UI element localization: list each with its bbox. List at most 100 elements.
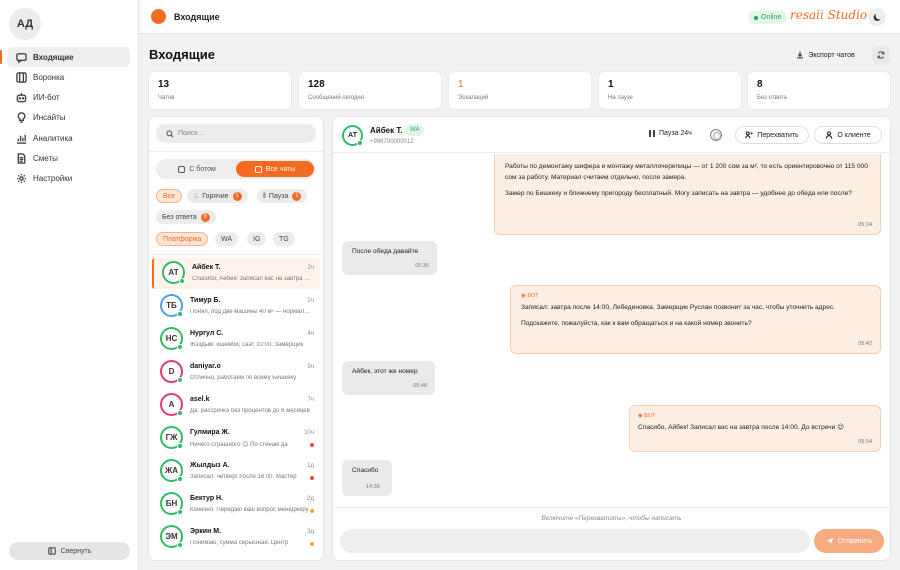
message-thread: Работы по демонтажу шифера и монтажу мет…	[333, 154, 890, 507]
message-bubble-outgoing: ◉ БОТ Спасибо, Айбек! Записал вас на зав…	[629, 405, 881, 452]
chat-name: Эркин М.	[190, 528, 222, 535]
list-item[interactable]: ТБ Тимур Б. 2ч Понял, под две машины 40 …	[152, 291, 320, 322]
avatar: ТБ	[160, 294, 183, 317]
sidebar-item-estimates[interactable]: Сметы	[7, 148, 130, 168]
brand-logo: resaii Studio	[790, 8, 868, 22]
list-item[interactable]: БН Бектур Н. 2д Конечно. Передаю ваш воп…	[152, 489, 320, 520]
chat-name: Тимур Б.	[190, 297, 221, 304]
search-input[interactable]	[178, 130, 308, 137]
chat-time: 3д	[307, 529, 314, 535]
stat-label: Сообщений сегодня	[308, 95, 364, 101]
takeover-button[interactable]: Перехватить	[735, 126, 809, 144]
chip-label: WA	[221, 235, 233, 243]
chat-preview: Ничего страшного 😊 По стенам да	[190, 442, 288, 448]
priority-dot-icon	[310, 509, 314, 513]
filter-hot[interactable]: ♨ Горячие 1	[187, 189, 248, 203]
list-item[interactable]: ГЖ Гулмира Ж. 10ч Ничего страшного 😊 По …	[152, 423, 320, 454]
online-dot-icon	[177, 410, 183, 416]
collapse-sidebar-button[interactable]: Свернуть	[9, 542, 130, 560]
export-label: Экспорт чатов	[808, 51, 855, 59]
sidebar-item-analytics[interactable]: Аналитика	[7, 128, 130, 148]
sidebar-item-label: Аналитика	[33, 133, 73, 143]
chat-time: 1д	[307, 463, 314, 469]
send-label: Отправить	[837, 537, 873, 545]
avatar-initials: D	[168, 367, 175, 376]
priority-dot-icon	[310, 542, 314, 546]
sidebar-item-settings[interactable]: Настройки	[7, 169, 130, 189]
refresh-icon	[877, 51, 885, 59]
avatar-initials: ЭМ	[165, 532, 178, 541]
list-item[interactable]: A asel.k 7ч Да, рассрочка без процентов …	[152, 390, 320, 421]
bot-toggle-icon[interactable]	[710, 129, 722, 141]
moon-icon	[873, 13, 881, 21]
client-info-button[interactable]: О клиенте	[814, 126, 882, 144]
stat-chats: 13 Чатов	[149, 72, 291, 109]
chat-name: Жылдыз А.	[190, 462, 230, 469]
list-item[interactable]: ЖА Жылдыз А. 1д Записал: четверг после 1…	[152, 456, 320, 487]
chip-label: IG	[253, 235, 261, 243]
chat-name: Айбек Т.	[192, 264, 221, 271]
divider	[149, 254, 323, 255]
message-input[interactable]	[340, 529, 810, 553]
tab-with-bot[interactable]: С ботом	[158, 161, 236, 177]
bot-tag: ◉ БОТ	[521, 292, 870, 301]
message-text: Замер по Бишкеку и ближнему пригороду бе…	[505, 190, 852, 198]
sidebar-item-funnel[interactable]: Воронка	[7, 67, 130, 87]
theme-toggle-button[interactable]	[868, 8, 886, 26]
filter-count: 1	[292, 191, 302, 201]
avatar: БН	[160, 492, 183, 515]
chat-preview: Понял, под две машины 40 м² — нормально	[190, 309, 310, 315]
divider	[149, 151, 323, 152]
chip-label: Пауза	[268, 192, 289, 200]
gear-icon	[16, 174, 27, 184]
filter-ig[interactable]: IG	[247, 232, 267, 246]
sidebar-item-inbox[interactable]: Входящие	[0, 47, 130, 67]
avatar-initials: АТ	[168, 268, 179, 277]
avatar-initials: НС	[165, 334, 178, 343]
filter-pause[interactable]: ‖ Пауза 1	[257, 189, 308, 203]
export-chats-button[interactable]: Экспорт чатов	[787, 46, 864, 64]
chat-name: Гулмира Ж.	[190, 429, 230, 436]
avatar-initials: ЖА	[164, 466, 178, 475]
sidebar-item-insights[interactable]: Инсайты	[7, 108, 130, 128]
avatar-initials: БН	[165, 499, 178, 508]
search-box	[156, 124, 316, 143]
chat-name: asel.k	[190, 396, 210, 403]
pause-button[interactable]: Пауза 24ч	[649, 130, 692, 137]
online-dot-icon	[177, 311, 183, 317]
stat-label: Без ответа	[757, 95, 787, 101]
send-button[interactable]: Отправить	[814, 529, 884, 553]
avatar: ГЖ	[160, 426, 183, 449]
filter-platform[interactable]: Платформа	[156, 232, 209, 246]
chip-label: Платформа	[163, 235, 202, 243]
sidebar-nav: Входящие Воронка ИИ-бот Инсайты Аналитик…	[0, 47, 130, 189]
list-item[interactable]: НС Нургул С. 4ч Жэздым: ишемби, саат 10:…	[152, 324, 320, 355]
tab-label: С ботом	[189, 165, 216, 173]
sidebar-item-bot[interactable]: ИИ-бот	[7, 88, 130, 108]
chat-name: daniyar.o	[190, 363, 221, 370]
avatar[interactable]: АД	[9, 8, 41, 40]
filter-all[interactable]: Все	[156, 189, 183, 203]
list-item[interactable]: D daniyar.o 5ч Отлично, работаем по всем…	[152, 357, 320, 388]
chat-name: Бектур Н.	[190, 495, 224, 502]
filter-tg[interactable]: TG	[273, 232, 295, 246]
contact-phone: +996700000012	[370, 139, 414, 145]
refresh-button[interactable]	[872, 46, 890, 64]
channel-badge: WA	[405, 124, 425, 136]
online-dot-icon	[179, 278, 185, 284]
filter-wa[interactable]: WA	[215, 232, 239, 246]
stat-label: На паузе	[608, 95, 633, 101]
avatar: A	[160, 393, 183, 416]
stat-value: 128	[308, 79, 325, 90]
sidebar-item-label: Воронка	[33, 72, 65, 82]
chat-icon	[254, 165, 262, 173]
list-item[interactable]: АТ Айбек Т. 2ч Спасибо, Айбек! Записал в…	[152, 258, 320, 289]
tab-all-chats[interactable]: Все чаты	[236, 161, 314, 177]
list-item[interactable]: ЭМ Эркин М. 3д Понимаю, сумма серьёзная.…	[152, 522, 320, 553]
download-icon	[797, 51, 804, 59]
conversation-header: АТ Айбек Т. WA +996700000012 Пауза 24ч П…	[333, 117, 890, 153]
filter-no-reply[interactable]: Без ответа 8	[156, 210, 216, 224]
avatar: АТ	[162, 261, 185, 284]
chat-list-panel: С ботом Все чаты Все ♨ Горячие 1 ‖ Пауза…	[149, 117, 323, 560]
bot-icon	[178, 165, 186, 173]
